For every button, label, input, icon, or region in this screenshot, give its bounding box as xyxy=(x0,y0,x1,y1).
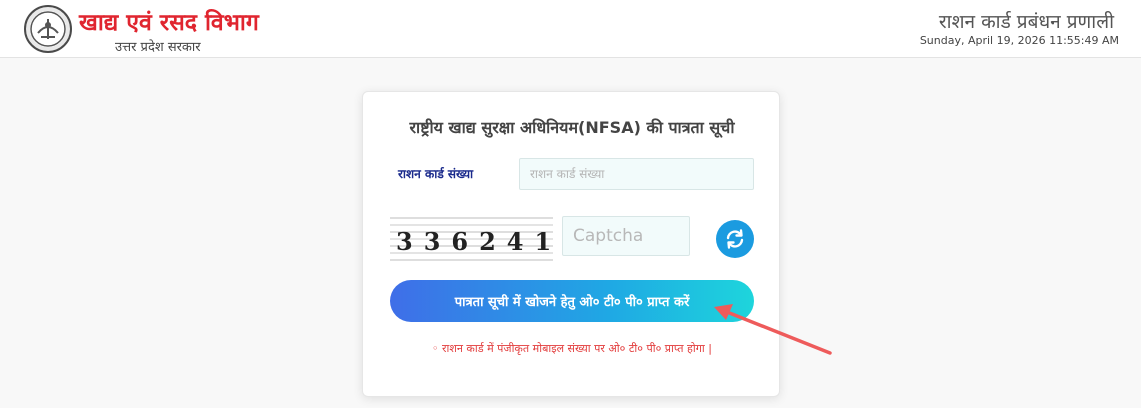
department-subtitle: उत्तर प्रदेश सरकार xyxy=(115,40,201,55)
captcha-graphic: 336241 xyxy=(390,217,553,261)
refresh-icon xyxy=(726,229,744,249)
ration-card-input[interactable] xyxy=(519,158,754,190)
up-govt-emblem-icon xyxy=(24,5,72,53)
site-header: खाद्य एवं रसद विभाग उत्तर प्रदेश सरकार र… xyxy=(0,0,1141,58)
ration-card-label: राशन कार्ड संख्या xyxy=(398,167,474,181)
current-datetime: Sunday, April 19, 2026 11:55:49 AM xyxy=(919,34,1119,47)
annotation-arrow-icon xyxy=(714,304,832,355)
emblem-graphic xyxy=(30,11,66,47)
department-title: खाद्य एवं रसद विभाग xyxy=(79,10,259,36)
captcha-text: 336241 xyxy=(396,227,553,256)
captcha-refresh-button[interactable] xyxy=(716,220,754,258)
form-title: राष्ट्रीय खाद्य सुरक्षा अधिनियम(NFSA) की… xyxy=(409,118,735,137)
captcha-input[interactable] xyxy=(562,216,690,256)
system-title: राशन कार्ड प्रबंधन प्रणाली xyxy=(938,11,1114,33)
captcha-image: 336241 xyxy=(390,215,553,265)
